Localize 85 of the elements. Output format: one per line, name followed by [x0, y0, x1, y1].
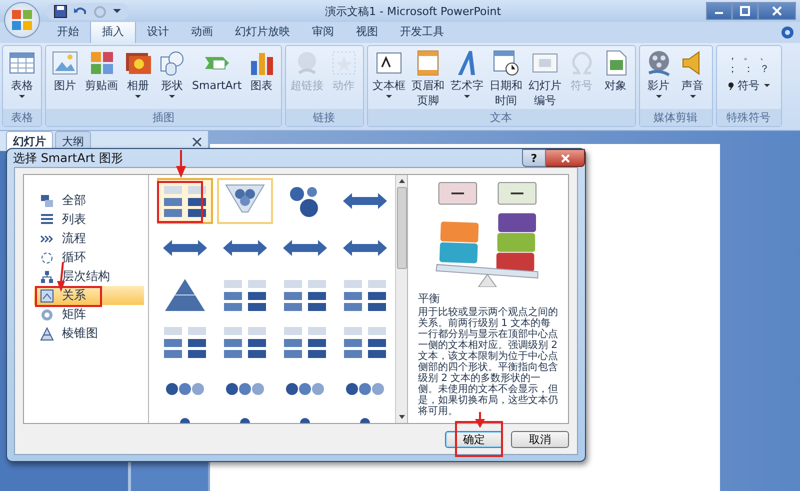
scrollbar[interactable]	[395, 175, 407, 423]
ribbon-button[interactable]: 声音	[676, 48, 710, 109]
symbol-button[interactable]: ？	[756, 63, 773, 76]
ribbon-button[interactable]: 图片	[48, 48, 82, 109]
ribbon-button[interactable]: 表格	[5, 48, 39, 109]
group-label: 表格	[3, 109, 41, 126]
ribbon-tab[interactable]: 开发工具	[389, 21, 455, 43]
ribbon-tab[interactable]: 设计	[136, 21, 180, 43]
list-icon	[40, 212, 54, 226]
ribbon-button[interactable]: 形状	[155, 48, 189, 109]
ribbon-tab[interactable]: 插入	[90, 20, 136, 43]
group-label: 文本	[368, 109, 635, 126]
scroll-down-icon[interactable]	[398, 413, 406, 421]
office-logo-icon	[11, 9, 33, 31]
ribbon-button[interactable]: SmartArt	[189, 48, 245, 109]
ribbon-button[interactable]: 艺术字	[448, 48, 487, 109]
hierarchy-icon	[40, 270, 54, 284]
pointer-arrow	[475, 412, 485, 428]
cancel-button[interactable]: 取消	[511, 431, 569, 448]
ribbon-tab[interactable]: 视图	[345, 21, 389, 43]
category-item[interactable]: 流程	[34, 229, 144, 248]
matrix-icon	[40, 308, 54, 322]
group-label: 特殊符号	[716, 109, 781, 126]
symbol-button[interactable]: ；	[724, 63, 741, 76]
symbol-button[interactable]: 。	[740, 50, 757, 63]
ribbon-button[interactable]: 页眉和 页脚	[408, 48, 448, 109]
group-label: 链接	[286, 109, 363, 126]
pointer-arrow	[176, 150, 186, 178]
close-icon	[772, 6, 782, 16]
scroll-up-icon[interactable]	[398, 177, 406, 185]
picture-icon	[51, 49, 79, 77]
office-button[interactable]	[4, 2, 40, 38]
minimize-button[interactable]	[706, 2, 732, 20]
calendar-icon	[492, 49, 520, 77]
category-item[interactable]: 关系	[34, 286, 144, 305]
all-icon	[40, 194, 54, 208]
ribbon-button[interactable]: 影片	[642, 48, 676, 109]
ribbon-button[interactable]: 剪贴画	[82, 48, 121, 109]
dropdown-caret-icon	[764, 84, 770, 87]
close-icon	[560, 154, 570, 162]
category-item[interactable]: 矩阵	[34, 305, 144, 324]
category-item[interactable]: 列表	[34, 210, 144, 229]
save-icon[interactable]	[54, 4, 67, 18]
dialog-title: 选择 SmartArt 图形	[13, 150, 123, 166]
highlight-box	[157, 181, 203, 223]
category-item[interactable]: 棱锥图	[34, 324, 144, 343]
highlight-box	[455, 421, 503, 457]
maximize-icon	[740, 6, 750, 16]
dot-icon	[728, 82, 734, 90]
window-title: 演示文稿1 - Microsoft PowerPoint	[325, 4, 502, 19]
ribbon-tab[interactable]: 动画	[180, 21, 224, 43]
cycle-icon	[40, 250, 54, 264]
symbol-button[interactable]: 、	[756, 50, 773, 63]
ribbon-button[interactable]: 文本框	[370, 48, 409, 109]
help-icon[interactable]	[781, 26, 794, 39]
close-button[interactable]	[546, 149, 585, 167]
shapes-icon	[158, 49, 186, 77]
close-icon[interactable]	[192, 137, 202, 147]
symbol-button[interactable]: ，	[724, 50, 741, 63]
ribbon-button[interactable]: 幻灯片 编号	[526, 48, 565, 109]
relationship-icon	[40, 288, 54, 302]
category-item[interactable]: 全部	[34, 191, 144, 210]
ribbon-button[interactable]: 日期和 时间	[486, 48, 526, 109]
highlight-box	[35, 286, 102, 307]
symbol-menu-button[interactable]: 符号	[738, 78, 760, 93]
ribbon-button[interactable]: 图表	[244, 48, 279, 109]
close-button[interactable]	[758, 2, 796, 20]
ribbon-tab[interactable]: 幻灯片放映	[224, 21, 301, 43]
pyramid-icon	[40, 326, 54, 340]
layout-description: 用于比较或显示两个观点之间的关系。前两行级别 1 文本的每一行都分别与显示在顶部中心点一侧的文本相对应。强调级别 2 文本，该文本限制为位于中心点侧部的四个形状。平衡指向包含级别 2 文本的多数形状的一侧。未使用的文本不会显示，但是，如果切换布局，这些文本仍将可用。	[418, 307, 559, 417]
layout-thumbnail[interactable]	[217, 178, 273, 224]
maximize-button[interactable]	[732, 2, 758, 20]
help-button[interactable]: ?	[522, 149, 546, 167]
ribbon-tab[interactable]: 审阅	[301, 21, 345, 43]
category-item[interactable]: 层次结构	[34, 267, 144, 286]
ribbon-tab[interactable]: 开始	[46, 21, 90, 43]
group-label: 插图	[46, 109, 281, 126]
ribbon-button[interactable]: 相册	[121, 48, 155, 109]
layout-name: 平衡	[418, 291, 441, 306]
customize-caret-icon[interactable]	[113, 8, 121, 14]
ribbon-button[interactable]: 对象	[598, 48, 633, 109]
ok-button[interactable]: 确定	[445, 431, 503, 448]
group-label: 媒体剪辑	[640, 109, 712, 126]
category-item[interactable]: 循环	[34, 248, 144, 267]
symbol-button[interactable]: ：	[740, 63, 757, 76]
